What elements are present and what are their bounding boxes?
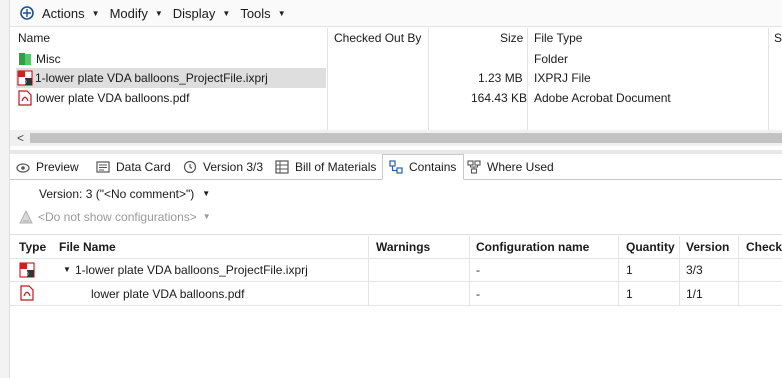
column-divider <box>327 28 328 130</box>
toolbar: Actions ▼ Modify ▼ Display ▼ Tools ▼ <box>10 0 782 27</box>
contains-file-name: lower plate VDA balloons.pdf <box>91 287 245 301</box>
tab-contains[interactable]: Contains <box>382 154 465 180</box>
preview-icon <box>16 163 30 173</box>
file-name: 1-lower plate VDA balloons_ProjectFile.i… <box>35 71 268 85</box>
contains-quantity: 1 <box>626 287 633 301</box>
contains-configuration: - <box>476 263 480 277</box>
file-type: Folder <box>534 52 569 66</box>
left-edge-bar <box>0 0 10 378</box>
version-selector[interactable]: Version: 3 ("<No comment>") ▼ <box>39 185 210 203</box>
tab-version[interactable]: Version 3/3 <box>183 154 263 180</box>
menu-modify[interactable]: Modify ▼ <box>110 6 163 21</box>
file-row-pdf[interactable]: lower plate VDA balloons.pdf <box>16 88 326 108</box>
chevron-down-icon: ▼ <box>202 189 211 198</box>
pdf-icon <box>20 285 34 304</box>
menu-display[interactable]: Display ▼ <box>173 6 231 21</box>
svg-text:20: 20 <box>21 271 29 278</box>
contains-icon <box>389 160 403 174</box>
file-type: Adobe Acrobat Document <box>534 91 671 105</box>
file-name: lower plate VDA balloons.pdf <box>36 91 190 105</box>
expand-caret-icon[interactable]: ▼ <box>63 260 71 280</box>
column-header-checked-out-by[interactable]: Checked Out By <box>334 28 421 48</box>
file-name: Misc <box>36 52 61 66</box>
column-header-size[interactable]: Size <box>500 28 523 48</box>
file-row-misc[interactable]: Misc <box>16 49 326 69</box>
project-file-icon: 20 <box>19 262 35 281</box>
chevron-down-icon: ▼ <box>202 212 211 221</box>
preview-tabs: Preview Data Card Version 3/3 Bill of Ma… <box>10 154 782 180</box>
version-icon <box>183 160 197 174</box>
column-header-s[interactable]: S <box>774 28 782 48</box>
contains-quantity: 1 <box>626 263 633 277</box>
contains-header-version[interactable]: Version <box>686 236 729 258</box>
column-divider <box>527 28 528 130</box>
configuration-selector[interactable]: <Do not show configurations> ▼ <box>18 208 211 226</box>
tab-bill-of-materials[interactable]: Bill of Materials <box>275 154 376 180</box>
vault-icon[interactable] <box>20 6 34 20</box>
grid-top-border <box>10 234 782 235</box>
contains-header-file-name[interactable]: File Name <box>59 236 116 258</box>
contains-header-warnings[interactable]: Warnings <box>376 236 430 258</box>
project-file-icon: 20 <box>17 70 35 86</box>
contains-header-checked[interactable]: Checke <box>746 236 782 258</box>
scroll-left-icon[interactable]: < <box>17 130 24 146</box>
tab-preview[interactable]: Preview <box>16 154 79 180</box>
contains-header-quantity[interactable]: Quantity <box>626 236 675 258</box>
folder-icon <box>18 52 36 66</box>
chevron-down-icon: ▼ <box>277 8 286 18</box>
column-header-name[interactable]: Name <box>18 28 50 48</box>
menu-actions[interactable]: Actions ▼ <box>42 6 100 21</box>
file-row-project[interactable]: 20 1-lower plate VDA balloons_ProjectFil… <box>16 68 326 88</box>
where-used-icon <box>467 160 481 174</box>
data-card-icon <box>96 161 110 173</box>
chevron-down-icon: ▼ <box>222 8 231 18</box>
tab-data-card[interactable]: Data Card <box>96 154 171 180</box>
contains-version: 1/1 <box>686 287 703 301</box>
contains-header-configuration[interactable]: Configuration name <box>476 236 589 258</box>
column-divider <box>768 28 769 130</box>
pdf-icon <box>18 90 36 106</box>
column-header-file-type[interactable]: File Type <box>534 28 582 48</box>
contains-configuration: - <box>476 287 480 301</box>
configuration-icon <box>19 209 33 224</box>
contains-version: 3/3 <box>686 263 703 277</box>
tab-where-used[interactable]: Where Used <box>467 154 554 180</box>
column-divider <box>428 28 429 130</box>
chevron-down-icon: ▼ <box>91 8 100 18</box>
row-divider <box>10 305 782 306</box>
scrollbar-thumb[interactable] <box>30 133 782 143</box>
chevron-down-icon: ▼ <box>154 8 163 18</box>
file-size: 164.43 KB <box>471 91 528 105</box>
bom-icon <box>275 160 289 174</box>
contains-header-type[interactable]: Type <box>19 236 46 258</box>
file-type: IXPRJ File <box>534 71 591 85</box>
svg-text:20: 20 <box>19 79 27 86</box>
file-size: 1.23 MB <box>478 71 523 85</box>
menu-tools[interactable]: Tools ▼ <box>240 6 285 21</box>
contains-file-name: 1-lower plate VDA balloons_ProjectFile.i… <box>75 263 308 277</box>
